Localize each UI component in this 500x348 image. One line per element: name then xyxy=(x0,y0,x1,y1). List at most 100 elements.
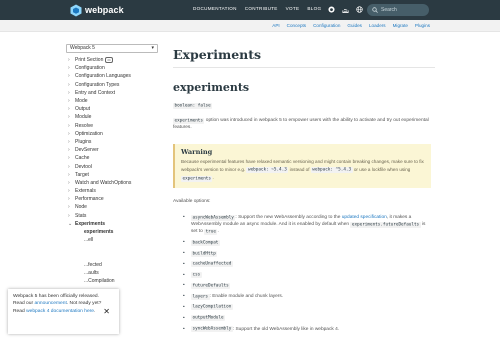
warning-code-1: webpack: ~5.4.3 xyxy=(246,167,289,174)
option-code-2: experiments.futureDefaults xyxy=(350,221,421,228)
main-content: Experiments experiments boolean: false e… xyxy=(173,47,435,333)
sidebar-item-watch-and-watchoptions[interactable]: › Watch and WatchOptions xyxy=(66,179,162,187)
sidebar-item-label: Output xyxy=(75,106,91,113)
github-icon[interactable] xyxy=(328,6,335,13)
webpack-logo[interactable]: webpack xyxy=(70,3,124,17)
sidebar-subitem[interactable]: ...Compilation xyxy=(66,277,162,285)
nav-documentation[interactable]: DOCUMENTATION xyxy=(193,6,237,11)
option-code: backCompat xyxy=(191,239,220,246)
sidebar-item-label: Experiments xyxy=(75,220,106,227)
option-text: : Enable module and chunk layers. xyxy=(209,294,284,300)
subnav-api[interactable]: API xyxy=(272,23,279,28)
sidebar-item-node[interactable]: › Node xyxy=(66,203,162,211)
option-syncwebassembly: syncWebAssembly: Support the old WebAsse… xyxy=(183,326,433,333)
sidebar-item-resolve[interactable]: › Resolve xyxy=(66,122,162,130)
sidebar-item-stats[interactable]: › Stats xyxy=(66,212,162,220)
subnav-loaders[interactable]: Loaders xyxy=(369,23,386,28)
chevron-right-icon: › xyxy=(68,204,70,211)
option-outputmodule: outputModule xyxy=(183,315,433,322)
chevron-right-icon: › xyxy=(68,114,70,121)
release-toast: Webpack 5 has been officially released. … xyxy=(8,289,119,334)
sidebar-subitem[interactable] xyxy=(66,253,162,261)
webpack4-docs-link[interactable]: webpack 4 documentation here xyxy=(26,309,94,314)
top-header: webpack DOCUMENTATION CONTRIBUTE VOTE BL… xyxy=(0,0,500,20)
sidebar-item-print-section[interactable]: › Print Section ▭ xyxy=(66,56,162,64)
webpack-cube-icon xyxy=(70,4,82,16)
nav-contribute[interactable]: CONTRIBUTE xyxy=(245,6,278,11)
sidebar-item-experiments[interactable]: ⌄ Experiments xyxy=(66,220,162,228)
option-code: outputModule xyxy=(191,315,226,322)
sidebar-subitem[interactable] xyxy=(66,244,162,252)
stackoverflow-icon[interactable] xyxy=(342,6,349,13)
warning-code-3: experiments xyxy=(181,175,213,182)
sidebar-item-label: Mode xyxy=(75,98,88,105)
language-icon[interactable] xyxy=(356,6,363,13)
announcement-link[interactable]: announcement xyxy=(34,301,66,306)
page-title: Experiments xyxy=(173,47,262,62)
sidebar-item-externals[interactable]: › Externals xyxy=(66,187,162,195)
sidebar-item-mode[interactable]: › Mode xyxy=(66,97,162,105)
option-code: cacheUnaffected xyxy=(191,261,233,268)
search-input[interactable]: Search xyxy=(367,4,429,16)
chevron-right-icon: › xyxy=(68,155,70,162)
sidebar-item-plugins[interactable]: › Plugins xyxy=(66,138,162,146)
option-code: layers xyxy=(191,293,210,300)
sidebar: Webpack 5 ▾ › Print Section ▭ › Configuratio… xyxy=(66,44,162,285)
sidebar-item-performance[interactable]: › Performance xyxy=(66,195,162,203)
available-options-label: Available options: xyxy=(173,199,211,204)
sidebar-subitem[interactable]: ...fected xyxy=(66,261,162,269)
option-text: : Support the old WebAssembly like in we… xyxy=(232,326,340,332)
sidebar-item-configuration-types[interactable]: › Configuration Types xyxy=(66,81,162,89)
option-code-3: true xyxy=(204,228,218,235)
chevron-right-icon: › xyxy=(68,98,70,105)
header-icons xyxy=(328,6,363,13)
version-value: Webpack 5 xyxy=(70,45,95,51)
chevron-down-icon: ⌄ xyxy=(68,220,73,227)
sidebar-item-devserver[interactable]: › DevServer xyxy=(66,146,162,154)
chevron-right-icon: › xyxy=(68,147,70,154)
sidebar-subitem[interactable]: ...aults xyxy=(66,269,162,277)
nav-blog[interactable]: BLOG xyxy=(307,6,321,11)
subnav-concepts[interactable]: Concepts xyxy=(287,23,306,28)
sidebar-item-optimization[interactable]: › Optimization xyxy=(66,130,162,138)
option-lazycompilation: lazyCompilation xyxy=(183,304,433,311)
sidebar-item-label: Externals xyxy=(75,188,96,195)
chevron-right-icon: › xyxy=(68,106,70,113)
option-backcompat: backCompat xyxy=(183,239,433,247)
chevron-right-icon: › xyxy=(68,179,70,186)
sidebar-item-configuration[interactable]: › Configuration xyxy=(66,64,162,72)
subnav-plugins[interactable]: Plugins xyxy=(415,23,430,28)
option-code: buildHttp xyxy=(191,250,218,257)
option-css: css xyxy=(183,272,433,279)
close-icon[interactable]: ✕ xyxy=(103,307,110,316)
subnav-configuration[interactable]: Configuration xyxy=(313,23,340,28)
section-heading: experiments xyxy=(173,81,250,94)
sidebar-item-target[interactable]: › Target xyxy=(66,171,162,179)
warning-text-3: or use a lockfile when using xyxy=(352,166,411,172)
sidebar-item-label: Entry and Context xyxy=(75,89,116,96)
option-code: syncWebAssembly xyxy=(191,326,233,333)
sidebar-subitem[interactable]: ...ell xyxy=(66,236,162,244)
subnav-migrate[interactable]: Migrate xyxy=(393,23,408,28)
intro-paragraph: experiments option was introduced in web… xyxy=(173,117,431,131)
option-code: css xyxy=(191,272,202,279)
sidebar-item-devtool[interactable]: › Devtool xyxy=(66,162,162,170)
sidebar-item-label: Plugins xyxy=(75,138,92,145)
sidebar-item-entry-and-context[interactable]: › Entry and Context xyxy=(66,89,162,97)
sidebar-item-cache[interactable]: › Cache xyxy=(66,154,162,162)
option-code: futureDefaults xyxy=(191,282,231,289)
version-select[interactable]: Webpack 5 ▾ xyxy=(66,44,158,53)
chevron-down-icon: ▾ xyxy=(151,45,154,51)
sidebar-item-module[interactable]: › Module xyxy=(66,113,162,121)
spec-link[interactable]: updated specification xyxy=(342,215,387,220)
sidebar-item-configuration-languages[interactable]: › Configuration Languages xyxy=(66,72,162,80)
option-text: : Support the new WebAssembly according … xyxy=(235,215,342,220)
subnav-guides[interactable]: Guides xyxy=(347,23,362,28)
print-icon: ▭ xyxy=(105,57,113,64)
sidebar-subitem[interactable]: experiments xyxy=(66,228,162,236)
nav-vote[interactable]: VOTE xyxy=(286,6,300,11)
intro-text: option was introduced in webpack 5 to em… xyxy=(173,118,429,131)
sidebar-item-output[interactable]: › Output xyxy=(66,105,162,113)
sidebar-item-label: Cache xyxy=(75,155,90,162)
option-layers: layers: Enable module and chunk layers. xyxy=(183,293,433,300)
